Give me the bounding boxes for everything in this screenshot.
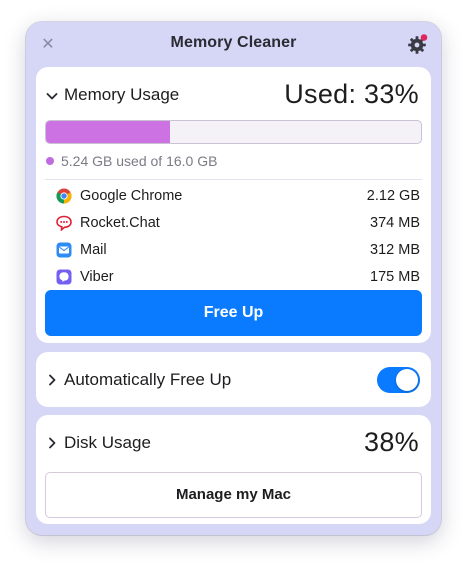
disk-usage-title[interactable]: Disk Usage — [64, 433, 151, 453]
memory-cleaner-window: ✕ Memory Cleaner Memory Usage Used: 33% … — [26, 22, 441, 535]
auto-free-up-label[interactable]: Automatically Free Up — [64, 370, 231, 390]
chevron-right-icon[interactable] — [45, 373, 59, 387]
disk-used-percent: 38% — [364, 427, 419, 457]
memory-usage-title[interactable]: Memory Usage — [64, 85, 179, 105]
list-item[interactable]: Google Chrome 2.12 GB — [36, 184, 431, 211]
chevron-down-icon[interactable] — [45, 89, 59, 103]
app-size: 175 MB — [370, 269, 420, 285]
memory-used-percent: Used: 33% — [284, 79, 419, 109]
window-title: Memory Cleaner — [170, 34, 297, 51]
list-item[interactable]: Mail 312 MB — [36, 238, 431, 265]
disk-usage-card: Disk Usage 38% Manage my Mac — [36, 415, 431, 524]
app-size: 2.12 GB — [366, 188, 420, 204]
app-name: Google Chrome — [80, 188, 183, 204]
rocket-chat-icon — [56, 215, 72, 231]
mail-icon — [56, 242, 72, 258]
app-name: Viber — [80, 269, 114, 285]
legend-dot — [46, 157, 54, 165]
notification-dot — [420, 34, 428, 41]
gear-icon[interactable] — [407, 33, 429, 55]
app-size: 312 MB — [370, 242, 420, 258]
free-up-button[interactable]: Free Up — [45, 290, 422, 336]
divider — [45, 179, 422, 180]
manage-my-mac-button[interactable]: Manage my Mac — [45, 472, 422, 518]
title-bar: ✕ Memory Cleaner — [26, 22, 441, 66]
auto-free-up-toggle[interactable] — [377, 367, 420, 393]
auto-free-up-card: Automatically Free Up — [36, 352, 431, 407]
memory-usage-bar-fill — [46, 121, 170, 143]
memory-used-text: 5.24 GB used of 16.0 GB — [46, 153, 217, 169]
memory-usage-card: Memory Usage Used: 33% 5.24 GB used of 1… — [36, 67, 431, 343]
app-size: 374 MB — [370, 215, 420, 231]
app-name: Mail — [80, 242, 107, 258]
list-item[interactable]: Rocket.Chat 374 MB — [36, 211, 431, 238]
memory-usage-bar — [45, 120, 422, 144]
list-item[interactable]: Viber 175 MB — [36, 265, 431, 286]
chrome-icon — [56, 188, 72, 204]
app-memory-list[interactable]: Google Chrome 2.12 GB Rocket.Chat 374 MB — [36, 184, 431, 286]
toggle-knob — [396, 369, 418, 391]
memory-used-label: 5.24 GB used of 16.0 GB — [61, 153, 218, 169]
chevron-right-icon[interactable] — [45, 436, 59, 450]
app-name: Rocket.Chat — [80, 215, 160, 231]
viber-icon — [56, 269, 72, 285]
